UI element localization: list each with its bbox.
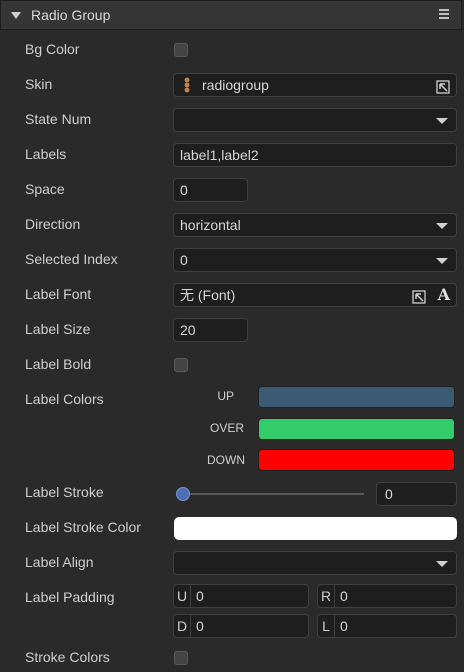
label-font-label: Label Font (25, 286, 92, 302)
padding-left-field[interactable]: L 0 (317, 614, 457, 638)
padding-left-key: L (318, 615, 335, 637)
selected-index-dropdown[interactable]: 0 (173, 248, 457, 272)
label-bold-checkbox[interactable] (174, 358, 188, 372)
color-swatch-up[interactable] (258, 386, 455, 408)
stroke-colors-label: Stroke Colors (25, 649, 110, 665)
padding-right-value: 0 (340, 588, 348, 604)
direction-value: horizontal (180, 217, 241, 233)
label-font-value: 无 (Font) (180, 287, 236, 303)
chevron-down-icon (436, 258, 448, 264)
label-size-input[interactable]: 20 (173, 318, 248, 342)
bg-color-label: Bg Color (25, 41, 80, 57)
direction-dropdown[interactable]: horizontal (173, 213, 457, 237)
hamburger-icon[interactable] (439, 9, 451, 21)
label-stroke-slider-handle[interactable] (176, 487, 190, 501)
label-align-label: Label Align (25, 554, 94, 570)
space-label: Space (25, 181, 65, 197)
selected-index-label: Selected Index (25, 251, 118, 267)
stroke-colors-checkbox[interactable] (174, 651, 188, 665)
label-stroke-label: Label Stroke (25, 484, 104, 500)
labels-label: Labels (25, 146, 67, 162)
state-num-dropdown[interactable] (173, 108, 457, 132)
labels-input[interactable]: label1,label2 (173, 143, 457, 167)
color-state-over-label: OVER (209, 421, 244, 435)
skin-value: radiogroup (202, 77, 269, 93)
resource-icon (184, 77, 190, 93)
padding-left-value: 0 (340, 618, 348, 634)
padding-right-key: R (318, 585, 335, 607)
chevron-down-icon (436, 223, 448, 229)
font-a-icon[interactable]: A (438, 284, 450, 306)
panel-header[interactable]: Radio Group (0, 0, 462, 30)
color-state-up-label: UP (217, 389, 234, 403)
padding-up-key: U (174, 585, 191, 607)
chevron-down-icon (436, 561, 448, 567)
selected-index-value: 0 (180, 252, 188, 268)
skin-label: Skin (25, 76, 53, 92)
skin-field[interactable]: radiogroup (173, 73, 457, 97)
label-stroke-input[interactable]: 0 (376, 482, 457, 506)
state-num-label: State Num (25, 111, 92, 127)
label-padding-label: Label Padding (25, 589, 115, 605)
label-size-label: Label Size (25, 321, 91, 337)
label-stroke-color-swatch[interactable] (174, 517, 457, 540)
label-stroke-color-label: Label Stroke Color (25, 519, 141, 535)
padding-up-value: 0 (196, 588, 204, 604)
chevron-down-icon (436, 118, 448, 124)
label-align-dropdown[interactable] (173, 551, 457, 575)
color-swatch-over[interactable] (258, 418, 455, 440)
padding-right-field[interactable]: R 0 (317, 584, 457, 608)
space-input[interactable]: 0 (173, 178, 248, 202)
label-colors-label: Label Colors (25, 391, 104, 407)
direction-label: Direction (25, 216, 81, 232)
label-font-field[interactable]: 无 (Font) A (173, 283, 457, 307)
pick-arrow-icon[interactable] (436, 78, 450, 100)
color-state-down-label: DOWN (207, 453, 245, 467)
padding-down-key: D (174, 615, 191, 637)
bg-color-checkbox[interactable] (174, 43, 188, 57)
label-stroke-slider-track[interactable] (180, 493, 364, 495)
panel-title: Radio Group (31, 7, 111, 23)
padding-down-value: 0 (196, 618, 204, 634)
collapse-triangle-icon[interactable] (11, 11, 21, 19)
label-bold-label: Label Bold (25, 356, 92, 372)
color-swatch-down[interactable] (258, 449, 455, 471)
pick-arrow-icon[interactable] (412, 288, 426, 310)
padding-down-field[interactable]: D 0 (173, 614, 309, 638)
padding-up-field[interactable]: U 0 (173, 584, 309, 608)
